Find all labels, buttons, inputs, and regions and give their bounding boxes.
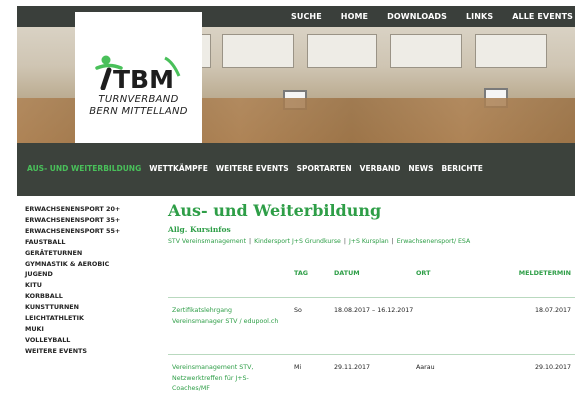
cell-tag: So <box>294 307 302 314</box>
link-stv-vereinsmanagement[interactable]: STV Vereinsmanagement <box>168 238 246 245</box>
header-tag: TAG <box>294 269 309 277</box>
link-separator: | <box>343 238 346 245</box>
logo-line-2: BERN MITTELLAND <box>89 106 188 117</box>
top-nav-alle-events[interactable]: ALLE EVENTS <box>512 12 573 21</box>
table-row[interactable]: Vereinsmanagement STV, Netzwerktreffen f… <box>168 355 575 395</box>
top-nav-links[interactable]: LINKS <box>466 12 493 21</box>
link-js-kursplan[interactable]: J+S Kursplan <box>349 238 389 245</box>
sidebar-item-geraeteturnen[interactable]: GERÄTETURNEN <box>25 248 145 259</box>
main-navigation: AUS- UND WEITERBILDUNG WETTKÄMPFE WEITER… <box>17 143 575 196</box>
cell-datum: 18.08.2017 – 16.12.2017 <box>334 307 414 314</box>
cell-datum: 29.11.2017 <box>334 364 371 371</box>
top-nav-suche[interactable]: SUCHE <box>291 12 322 21</box>
header-datum: DATUM <box>334 269 360 277</box>
main-content: Aus- und Weiterbildung Allg. Kursinfos S… <box>168 200 575 245</box>
main-nav-aus-und-weiterbildung[interactable]: AUS- UND WEITERBILDUNG <box>27 164 141 173</box>
top-nav-home[interactable]: HOME <box>341 12 368 21</box>
sidebar-item-korbball[interactable]: KORBBALL <box>25 291 145 302</box>
link-kindersport-grundkurse[interactable]: Kindersport J+S Grundkurse <box>254 238 341 245</box>
table-row[interactable]: Zertifikatslehrgang Vereinsmanager STV /… <box>168 298 575 355</box>
site-logo[interactable]: TBM TURNVERBAND BERN MITTELLAND <box>75 12 202 143</box>
sidebar-item-faustball[interactable]: FAUSTBALL <box>25 237 145 248</box>
top-nav-downloads[interactable]: DOWNLOADS <box>387 12 447 21</box>
cell-tag: Mi <box>294 364 302 371</box>
sidebar-menu: ERWACHSENENSPORT 20+ ERWACHSENENSPORT 35… <box>25 204 145 357</box>
gym-window <box>222 34 294 68</box>
cell-meldetermin: 18.07.2017 <box>534 307 571 314</box>
link-erwachsenensport-esa[interactable]: Erwachsenensport/ ESA <box>397 238 470 245</box>
course-table: TAG DATUM ORT MELDETERMIN Zertifikatsleh… <box>168 262 575 395</box>
sidebar-item-erwachsenensport-55[interactable]: ERWACHSENENSPORT 55+ <box>25 226 145 237</box>
sidebar-item-kitu[interactable]: KITU <box>25 280 145 291</box>
main-nav-berichte[interactable]: BERICHTE <box>441 164 482 173</box>
header-banner: SUCHE HOME DOWNLOADS LINKS ALLE EVENTS T… <box>17 6 575 143</box>
gym-window <box>307 34 377 68</box>
header-meldetermin: MELDETERMIN <box>518 269 571 277</box>
logo-line-1: TURNVERBAND <box>98 94 179 105</box>
sidebar-item-volleyball[interactable]: VOLLEYBALL <box>25 335 145 346</box>
gym-window <box>390 34 462 68</box>
sidebar-item-muki[interactable]: MUKI <box>25 324 145 335</box>
sidebar-item-erwachsenensport-20[interactable]: ERWACHSENENSPORT 20+ <box>25 204 145 215</box>
link-separator: | <box>391 238 394 245</box>
page-title: Aus- und Weiterbildung <box>168 201 382 220</box>
top-navigation: SUCHE HOME DOWNLOADS LINKS ALLE EVENTS <box>291 6 575 27</box>
sidebar-item-leichtathletik[interactable]: LEICHTATHLETIK <box>25 313 145 324</box>
header-ort: ORT <box>416 269 431 277</box>
main-nav-sportarten[interactable]: SPORTARTEN <box>297 164 352 173</box>
sidebar-item-jugend[interactable]: JUGEND <box>25 269 145 280</box>
cell-ort: Aarau <box>416 364 435 371</box>
gym-window <box>475 34 547 68</box>
main-nav-weitere-events[interactable]: WEITERE EVENTS <box>216 164 289 173</box>
table-header: TAG DATUM ORT MELDETERMIN <box>168 262 575 298</box>
sidebar-item-erwachsenensport-35[interactable]: ERWACHSENENSPORT 35+ <box>25 215 145 226</box>
cell-kurs[interactable]: Vereinsmanagement STV, Netzwerktreffen f… <box>172 363 280 395</box>
cell-meldetermin: 29.10.2017 <box>534 364 571 371</box>
main-nav-news[interactable]: NEWS <box>408 164 433 173</box>
sidebar-item-kunstturnen[interactable]: KUNSTTURNEN <box>25 302 145 313</box>
link-separator: | <box>249 238 252 245</box>
section-subtitle: Allg. Kursinfos <box>168 225 231 234</box>
main-nav-verband[interactable]: VERBAND <box>360 164 401 173</box>
sidebar-item-gymnastik-aerobic[interactable]: GYMNASTIK & AEROBIC <box>25 259 145 270</box>
course-links: STV Vereinsmanagement | Kindersport J+S Gr… <box>168 238 575 245</box>
logo-mark-text: TBM <box>113 65 174 90</box>
cell-kurs[interactable]: Zertifikatslehrgang Vereinsmanager STV /… <box>172 306 280 327</box>
tbm-logo-icon: TBM <box>95 55 181 90</box>
sidebar-item-weitere-events[interactable]: WEITERE EVENTS <box>25 346 145 357</box>
main-nav-wettkaempfe[interactable]: WETTKÄMPFE <box>149 164 208 173</box>
